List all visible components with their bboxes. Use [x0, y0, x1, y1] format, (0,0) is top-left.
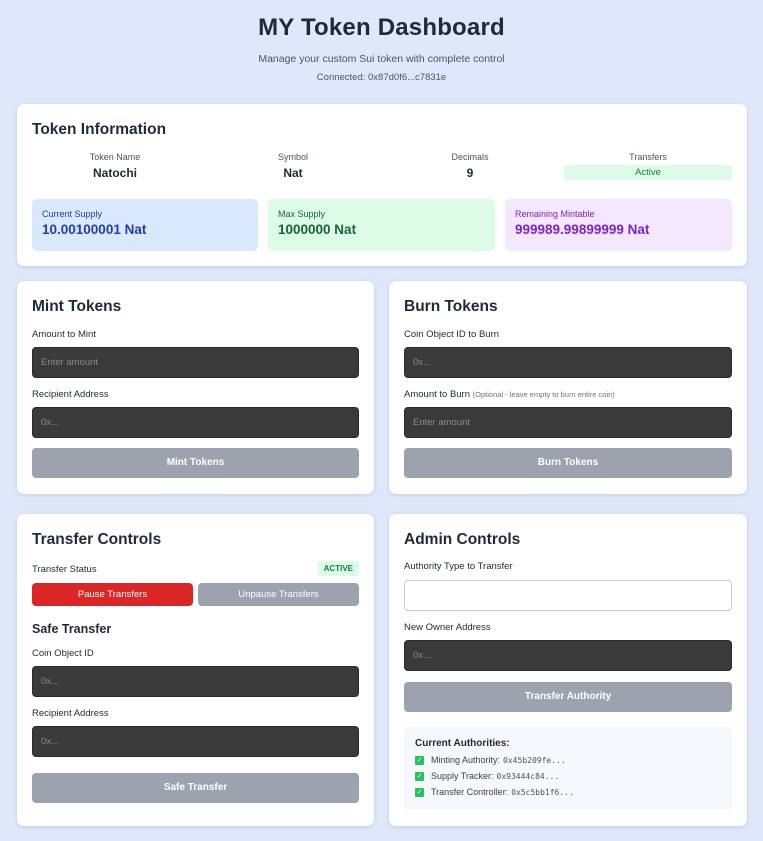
unpause-transfers-button[interactable]: Unpause Transfers [198, 583, 359, 606]
authority-item-label: Transfer Controller: [431, 787, 509, 797]
connected-address: Connected: 0x87d0f6...c7831e [316, 72, 447, 83]
authority-type-label: Authority Type to Transfer [404, 561, 513, 572]
safe-recipient-input[interactable]: 0x... [32, 726, 359, 757]
burn-tokens-button[interactable]: Burn Tokens [404, 448, 732, 478]
authority-type-select[interactable] [404, 580, 732, 611]
transfers-label: Transfers [629, 152, 667, 162]
new-owner-input[interactable]: 0x... [404, 640, 732, 671]
token-information-title: Token Information [32, 121, 167, 138]
remaining-mintable-label: Remaining Mintable [515, 209, 595, 219]
safe-transfer-title: Safe Transfer [32, 622, 112, 636]
transfer-controls-title: Transfer Controls [32, 531, 162, 548]
current-supply-value: 10.00100001 Nat [42, 222, 147, 237]
transfer-status-label: Transfer Status [32, 564, 97, 575]
pause-transfers-button[interactable]: Pause Transfers [32, 583, 193, 606]
burn-amount-label-text: Amount to Burn [404, 389, 471, 400]
max-supply-stat: Max Supply 1000000 Nat [268, 199, 495, 251]
current-supply-stat: Current Supply 10.00100001 Nat [32, 199, 258, 251]
remaining-mintable-value: 999989.99899999 Nat [515, 222, 650, 237]
authority-item-minting: ✓ Minting Authority: 0x45b209fe... [415, 755, 721, 765]
token-symbol-value: Nat [283, 166, 303, 180]
safe-coin-input[interactable]: 0x... [32, 666, 359, 697]
mint-tokens-button[interactable]: Mint Tokens [32, 448, 359, 478]
check-icon: ✓ [415, 787, 424, 797]
authority-item-transfer-controller: ✓ Transfer Controller: 0x5c5bb1f6... [415, 787, 721, 797]
admin-controls-card: Admin Controls Authority Type to Transfe… [389, 514, 747, 826]
transfers-status-badge: Active [564, 165, 732, 180]
check-icon: ✓ [415, 755, 424, 765]
safe-recipient-label: Recipient Address [32, 708, 109, 719]
transfer-status-badge: ACTIVE [317, 561, 359, 576]
transfer-controls-card: Transfer Controls Transfer Status ACTIVE… [17, 514, 374, 826]
burn-tokens-card: Burn Tokens Coin Object ID to Burn 0x...… [389, 281, 747, 494]
burn-tokens-title: Burn Tokens [404, 298, 498, 315]
remaining-mintable-stat: Remaining Mintable 999989.99899999 Nat [505, 199, 732, 251]
token-symbol-label: Symbol [277, 152, 308, 162]
mint-tokens-card: Mint Tokens Amount to Mint Enter amount … [17, 281, 374, 494]
token-decimals-field: Decimals 9 [420, 152, 520, 180]
current-authorities-panel: Current Authorities: ✓ Minting Authority… [404, 727, 732, 810]
page-title: MY Token Dashboard [258, 14, 505, 41]
safe-coin-label: Coin Object ID [32, 648, 94, 659]
page-header: MY Token Dashboard Manage your custom Su… [0, 0, 763, 83]
admin-controls-title: Admin Controls [404, 531, 521, 548]
check-icon: ✓ [415, 771, 424, 781]
token-decimals-label: Decimals [451, 152, 489, 162]
safe-transfer-button[interactable]: Safe Transfer [32, 773, 359, 803]
page-subtitle: Manage your custom Sui token with comple… [258, 53, 505, 65]
token-symbol-field: Symbol Nat [243, 152, 343, 180]
token-information-card: Token Information Token Name Natochi Sym… [17, 104, 747, 266]
authority-item-value: 0x5c5bb1f6... [511, 787, 574, 797]
authority-item-value: 0x93444c84... [496, 771, 560, 781]
transfers-field: Transfers Active [564, 152, 732, 180]
authority-item-value: 0x45b209fe... [503, 755, 566, 765]
max-supply-label: Max Supply [278, 209, 326, 219]
token-decimals-value: 9 [466, 166, 474, 180]
mint-recipient-input[interactable]: 0x... [32, 407, 359, 438]
transfer-authority-button[interactable]: Transfer Authority [404, 682, 732, 712]
burn-amount-hint: (Optional - leave empty to burn entire c… [472, 390, 615, 399]
burn-amount-input[interactable]: Enter amount [404, 407, 732, 438]
mint-recipient-label: Recipient Address [32, 389, 109, 400]
current-supply-label: Current Supply [42, 209, 103, 219]
authority-item-label: Supply Tracker: [431, 771, 494, 781]
burn-amount-label: Amount to Burn (Optional - leave empty t… [404, 389, 615, 400]
burn-coin-label: Coin Object ID to Burn [404, 329, 500, 340]
token-name-value: Natochi [92, 166, 137, 180]
current-authorities-title: Current Authorities: [415, 738, 510, 749]
token-name-label: Token Name [89, 152, 141, 162]
max-supply-value: 1000000 Nat [278, 222, 357, 237]
authority-item-label: Minting Authority: [431, 755, 501, 765]
mint-amount-label: Amount to Mint [32, 329, 96, 340]
new-owner-label: New Owner Address [404, 622, 491, 633]
mint-tokens-title: Mint Tokens [32, 298, 122, 315]
authority-item-supply-tracker: ✓ Supply Tracker: 0x93444c84... [415, 771, 721, 781]
burn-coin-input[interactable]: 0x... [404, 347, 732, 378]
token-name-field: Token Name Natochi [65, 152, 165, 180]
mint-amount-input[interactable]: Enter amount [32, 347, 359, 378]
